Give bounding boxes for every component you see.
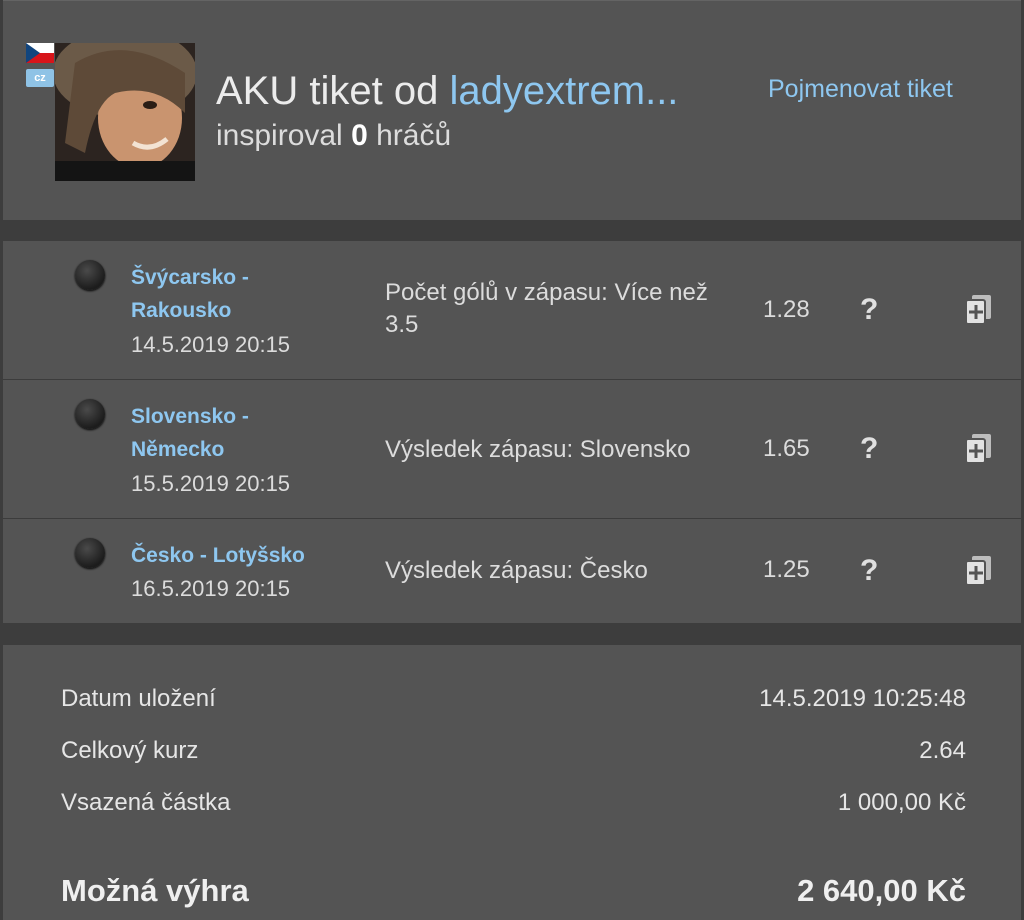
odds-value: 1.65 (763, 435, 810, 462)
add-copy-icon[interactable] (963, 433, 993, 465)
total-odds-label: Celkový kurz (61, 737, 199, 764)
possible-win-label: Možná výhra (61, 873, 249, 908)
odds-value: 1.28 (763, 296, 810, 323)
bet-description: Výsledek zápasu: Česko (385, 557, 648, 584)
match-list: Švýcarsko - Rakousko 14.5.2019 20:15 Poč… (3, 241, 1021, 623)
match-name-link[interactable]: Švýcarsko - Rakousko (131, 261, 249, 327)
help-icon[interactable]: ? (860, 432, 878, 466)
inspired-count-line: inspiroval 0 hráčů (216, 119, 451, 153)
ticket-title: AKU tiket od ladyextrem... (216, 69, 678, 114)
inspired-count: 0 (351, 119, 368, 152)
avatar-image (55, 43, 195, 181)
match-date: 16.5.2019 20:15 (131, 576, 291, 601)
status-dot-icon (75, 399, 105, 429)
subtitle-prefix: inspiroval (216, 119, 343, 152)
saved-date-row: Datum uložení 14.5.2019 10:25:48 (61, 685, 966, 713)
match-name-line: Švýcarsko - (131, 266, 249, 289)
match-name-line: Česko - Lotyšsko (131, 544, 305, 567)
status-dot-icon (75, 538, 105, 568)
saved-date-label: Datum uložení (61, 685, 216, 712)
ticket-header: cz AKU tiket od ladyextrem... inspiroval… (3, 0, 1021, 220)
ticket-summary: Datum uložení 14.5.2019 10:25:48 Celkový… (3, 645, 1021, 920)
add-copy-icon[interactable] (963, 294, 993, 326)
saved-date-value: 14.5.2019 10:25:48 (759, 685, 966, 712)
country-badge: cz (26, 69, 54, 87)
match-name-line: Slovensko - (131, 405, 249, 428)
czech-flag-icon (26, 43, 54, 63)
add-copy-icon[interactable] (963, 555, 993, 587)
possible-win-row: Možná výhra 2 640,00 Kč (61, 873, 966, 909)
subtitle-suffix: hráčů (376, 119, 452, 152)
odds-value: 1.25 (763, 556, 810, 583)
possible-win-value: 2 640,00 Kč (797, 873, 966, 908)
stake-label: Vsazená částka (61, 789, 231, 816)
match-row: Slovensko - Německo 15.5.2019 20:15 Výsl… (3, 380, 1021, 519)
avatar[interactable] (55, 43, 195, 181)
help-icon[interactable]: ? (860, 554, 878, 588)
username-link[interactable]: ladyextrem... (449, 69, 678, 113)
status-dot-icon (75, 260, 105, 290)
title-prefix: AKU tiket od (216, 69, 439, 113)
match-date: 15.5.2019 20:15 (131, 471, 291, 496)
bet-description: Počet gólů v zápasu: Více než 3.5 (385, 279, 708, 338)
match-date: 14.5.2019 20:15 (131, 332, 291, 357)
match-row: Švýcarsko - Rakousko 14.5.2019 20:15 Poč… (3, 241, 1021, 380)
total-odds-value: 2.64 (919, 737, 966, 764)
stake-row: Vsazená částka 1 000,00 Kč (61, 789, 966, 817)
match-name-link[interactable]: Slovensko - Německo (131, 400, 249, 466)
match-row: Česko - Lotyšsko 16.5.2019 20:15 Výslede… (3, 519, 1021, 623)
match-name-link[interactable]: Česko - Lotyšsko (131, 539, 305, 572)
stake-value: 1 000,00 Kč (837, 789, 966, 816)
help-icon[interactable]: ? (860, 293, 878, 327)
bet-description: Výsledek zápasu: Slovensko (385, 436, 691, 463)
match-name-line: Německo (131, 438, 225, 461)
match-name-line: Rakousko (131, 299, 232, 322)
rename-ticket-link[interactable]: Pojmenovat tiket (768, 75, 953, 104)
total-odds-row: Celkový kurz 2.64 (61, 737, 966, 765)
